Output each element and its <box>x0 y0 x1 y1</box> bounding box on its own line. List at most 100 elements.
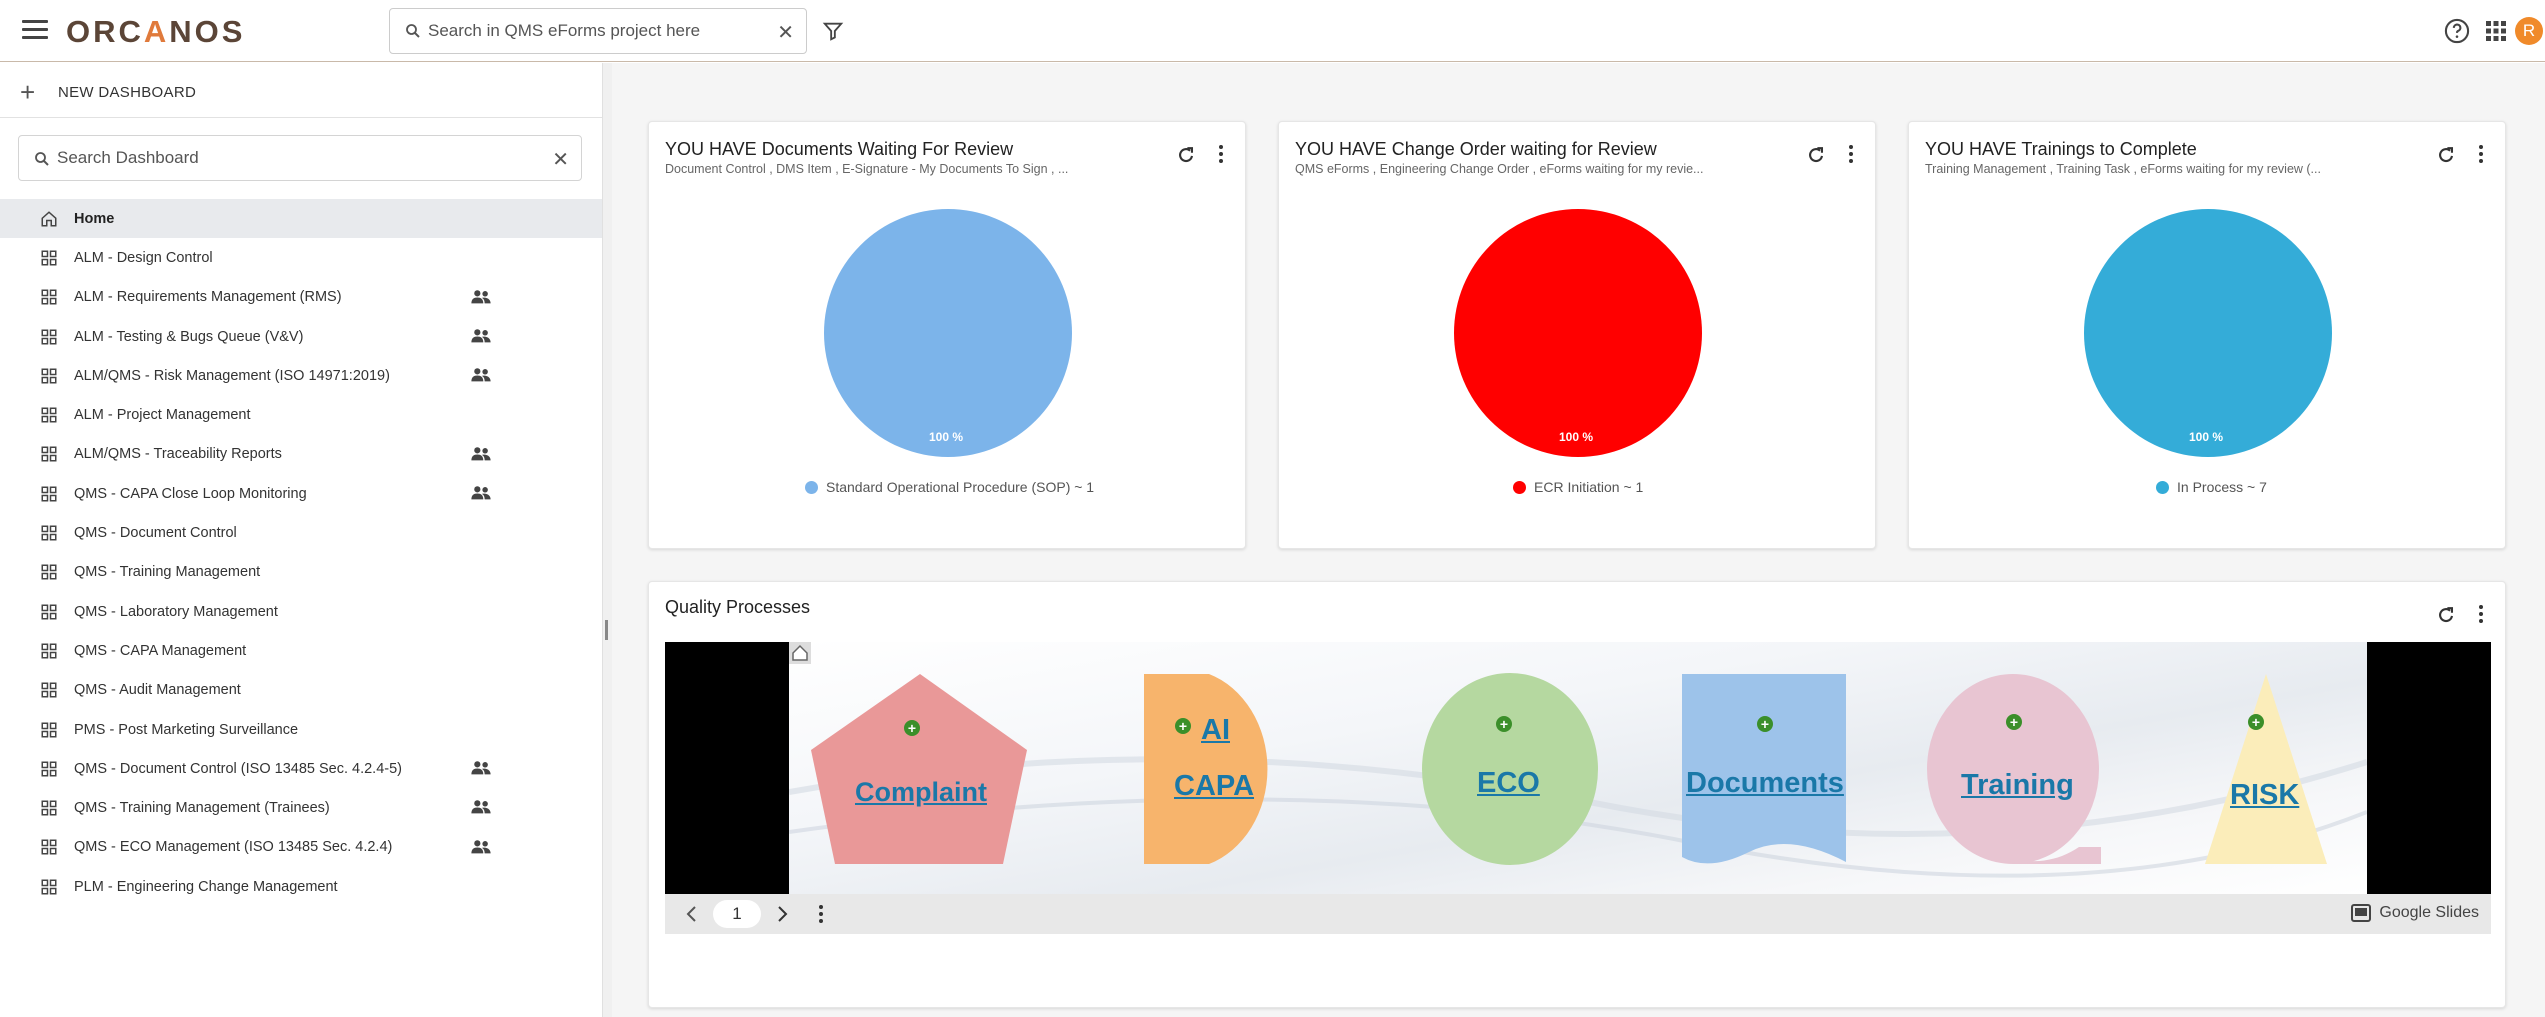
add-complaint-icon[interactable]: + <box>904 720 920 736</box>
chevron-left-icon[interactable] <box>685 904 697 924</box>
sidebar-item[interactable]: ALM - Project Management <box>0 395 602 434</box>
eco-link[interactable]: ECO <box>1477 767 1540 800</box>
sidebar-item[interactable]: PLM - Engineering Change Management <box>0 867 602 906</box>
sidebar-item[interactable]: QMS - CAPA Close Loop Monitoring <box>0 474 602 513</box>
global-search-input[interactable] <box>428 15 758 47</box>
grid-icon <box>40 878 74 896</box>
sidebar-item-label: QMS - CAPA Management <box>74 642 247 659</box>
sidebar-item[interactable]: QMS - Document Control (ISO 13485 Sec. 4… <box>0 749 602 788</box>
grid-icon <box>40 406 74 424</box>
google-slides-label: Google Slides <box>2379 904 2479 921</box>
more-vert-icon[interactable] <box>2477 604 2485 624</box>
shared-group-icon <box>470 799 492 820</box>
dashboard-search-input[interactable] <box>57 143 537 173</box>
sidebar-item[interactable]: Home <box>0 199 602 239</box>
add-eco-icon[interactable]: + <box>1496 716 1512 732</box>
refresh-icon[interactable] <box>2435 604 2457 626</box>
close-icon[interactable]: ✕ <box>552 147 569 172</box>
pie-slice[interactable] <box>1454 209 1702 457</box>
more-vert-icon[interactable] <box>817 904 825 924</box>
grid-icon <box>40 328 74 346</box>
search-icon <box>35 152 49 166</box>
resize-handle[interactable] <box>605 620 608 640</box>
sidebar-item[interactable]: QMS - Laboratory Management <box>0 592 602 631</box>
close-icon[interactable]: ✕ <box>777 20 794 45</box>
sidebar-item[interactable]: ALM - Design Control <box>0 238 602 277</box>
new-dashboard-button[interactable]: + NEW DASHBOARD <box>20 77 196 107</box>
pie-slice[interactable] <box>2084 209 2332 457</box>
add-capa-icon[interactable]: + <box>1175 718 1191 734</box>
sidebar-item[interactable]: ALM/QMS - Traceability Reports <box>0 435 602 474</box>
sidebar-item-label: Home <box>74 210 115 227</box>
add-training-icon[interactable]: + <box>2006 714 2022 730</box>
shared-group-icon <box>470 839 492 860</box>
sidebar-item-label: QMS - CAPA Close Loop Monitoring <box>74 485 307 502</box>
shared-group-icon <box>470 485 492 506</box>
sidebar-item[interactable]: QMS - ECO Management (ISO 13485 Sec. 4.2… <box>0 828 602 867</box>
sidebar-item[interactable]: ALM - Requirements Management (RMS) <box>0 278 602 317</box>
filter-icon[interactable] <box>822 20 844 42</box>
more-vert-icon[interactable] <box>2477 144 2485 164</box>
pie-percent-label: 100 % <box>929 430 964 444</box>
grid-icon <box>40 485 74 503</box>
help-icon[interactable] <box>2443 17 2471 45</box>
refresh-icon[interactable] <box>2435 144 2457 166</box>
card-subtitle: Document Control , DMS Item , E-Signatur… <box>665 162 1069 176</box>
legend-dot <box>2156 480 2169 494</box>
sidebar-item-label: PLM - Engineering Change Management <box>74 878 338 895</box>
sidebar-item[interactable]: QMS - Audit Management <box>0 671 602 710</box>
slides-toolbar: 1 Google Slides <box>665 894 2491 934</box>
legend-dot <box>1513 480 1526 494</box>
chart-legend[interactable]: In Process ~ 7 <box>2156 479 2267 495</box>
sidebar-item[interactable]: QMS - Training Management <box>0 553 602 592</box>
refresh-icon[interactable] <box>1175 144 1197 166</box>
training-link[interactable]: Training <box>1961 769 2074 802</box>
change-order-review-card: YOU HAVE Change Order waiting for Review… <box>1278 121 1876 549</box>
legend-label: In Process ~ 7 <box>2177 479 2267 495</box>
capa-ai-link[interactable]: AI <box>1201 714 1230 747</box>
risk-shape[interactable] <box>2205 674 2327 864</box>
slide-page-number[interactable]: 1 <box>713 900 761 928</box>
home-icon <box>40 210 74 228</box>
complaint-shape[interactable] <box>811 674 1027 864</box>
complaint-link[interactable]: Complaint <box>855 777 987 808</box>
menu-icon[interactable] <box>22 20 48 42</box>
sidebar-item[interactable]: QMS - Document Control <box>0 513 602 552</box>
capa-shape[interactable] <box>1144 674 1268 864</box>
google-slides-link[interactable]: Google Slides <box>2351 904 2479 922</box>
grid-icon <box>40 838 74 856</box>
sidebar-item-label: ALM - Testing & Bugs Queue (V&V) <box>74 328 304 345</box>
apps-grid-icon[interactable] <box>2484 19 2508 43</box>
refresh-icon[interactable] <box>1805 144 1827 166</box>
trainings-complete-card: YOU HAVE Trainings to Complete Training … <box>1908 121 2506 549</box>
capa-link[interactable]: CAPA <box>1174 770 1254 803</box>
add-risk-icon[interactable]: + <box>2248 714 2264 730</box>
risk-link[interactable]: RISK <box>2230 779 2299 812</box>
chart-legend[interactable]: ECR Initiation ~ 1 <box>1513 479 1643 495</box>
sidebar-item-label: ALM/QMS - Risk Management (ISO 14971:201… <box>74 367 390 384</box>
more-vert-icon[interactable] <box>1847 144 1855 164</box>
sidebar-item[interactable]: QMS - CAPA Management <box>0 631 602 670</box>
dashboard-content: YOU HAVE Documents Waiting For Review Do… <box>612 63 2545 1017</box>
more-vert-icon[interactable] <box>1217 144 1225 164</box>
sidebar-item[interactable]: ALM/QMS - Risk Management (ISO 14971:201… <box>0 356 602 395</box>
orcanos-logo[interactable]: ORCANOS <box>66 14 245 50</box>
grid-icon <box>40 563 74 581</box>
sidebar-item[interactable]: QMS - Training Management (Trainees) <box>0 788 602 827</box>
pie-percent-label: 100 % <box>1559 430 1594 444</box>
chart-legend[interactable]: Standard Operational Procedure (SOP) ~ 1 <box>805 479 1094 495</box>
sidebar-item-label: ALM - Project Management <box>74 407 251 424</box>
add-documents-icon[interactable]: + <box>1757 716 1773 732</box>
quality-processes-card: Quality Processes + + + + + + Complaint … <box>648 581 2506 1008</box>
sidebar-item[interactable]: PMS - Post Marketing Surveillance <box>0 710 602 749</box>
card-title: Quality Processes <box>665 597 811 617</box>
divider <box>0 117 602 118</box>
sidebar-resizer[interactable] <box>602 63 612 1017</box>
documents-link[interactable]: Documents <box>1686 767 1844 800</box>
shared-group-icon <box>470 760 492 781</box>
sidebar-item[interactable]: ALM - Testing & Bugs Queue (V&V) <box>0 317 602 356</box>
user-avatar[interactable]: R <box>2515 17 2543 45</box>
pie-slice[interactable] <box>824 209 1072 457</box>
card-subtitle: Training Management , Training Task , eF… <box>1925 162 2321 176</box>
chevron-right-icon[interactable] <box>777 904 789 924</box>
